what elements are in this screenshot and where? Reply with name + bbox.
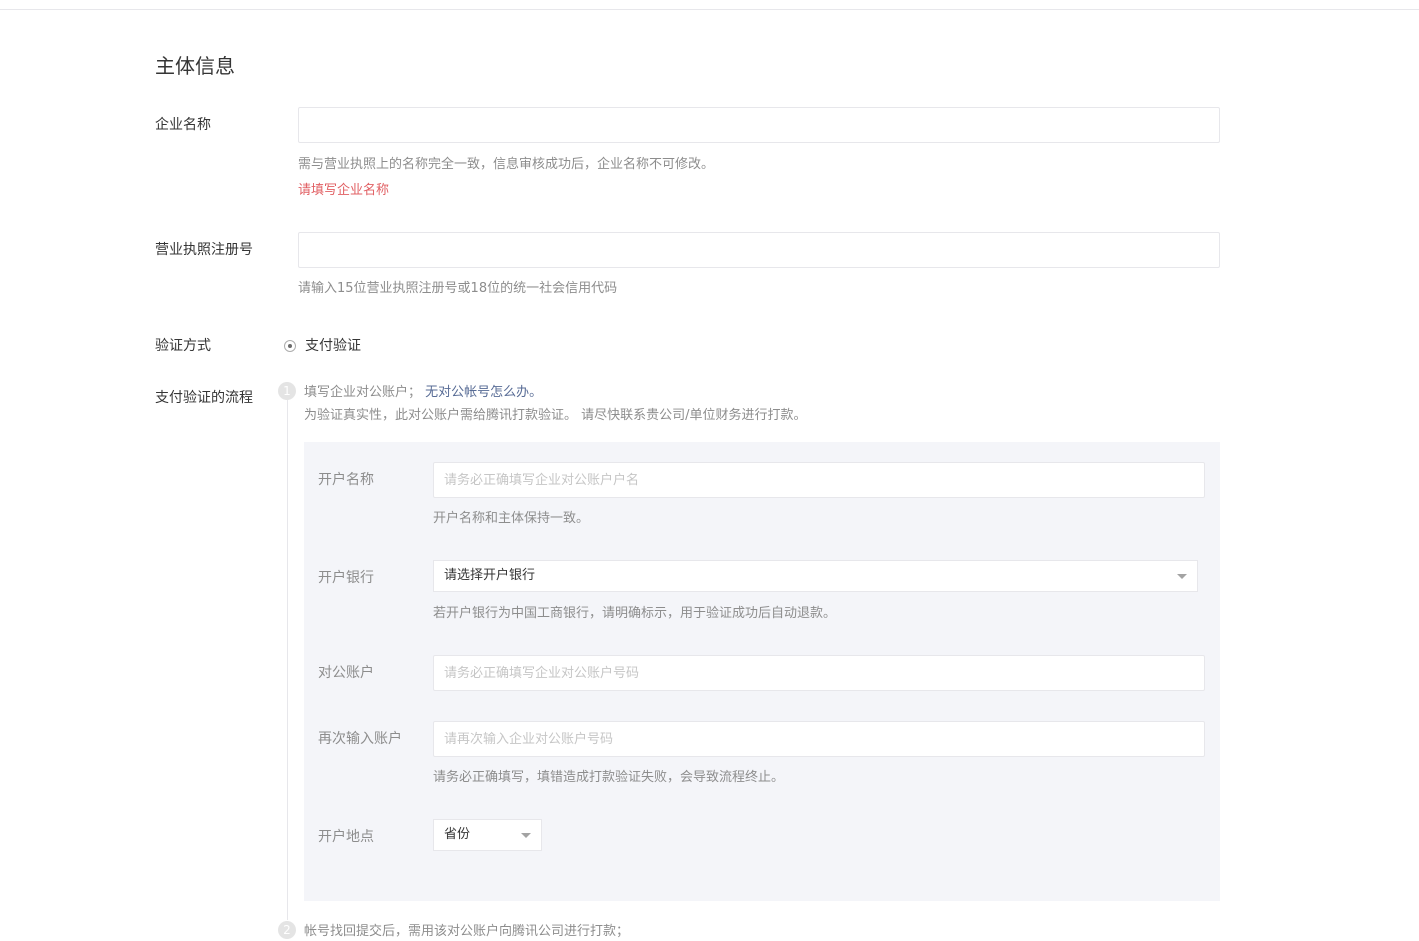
step-2-text: 帐号找回提交后，需用该对公账户向腾讯公司进行打款； — [304, 924, 630, 939]
account-confirm-input[interactable] — [433, 721, 1205, 757]
company-name-input[interactable] — [298, 107, 1220, 143]
province-select[interactable]: 省份 — [433, 819, 542, 851]
license-label: 营业执照注册号 — [155, 242, 253, 258]
step-connector-line — [287, 400, 288, 920]
flow-label: 支付验证的流程 — [155, 390, 253, 406]
step-1-desc: 为验证真实性，此对公账户需给腾讯打款验证。 请尽快联系贵公司/单位财务进行打款。 — [304, 408, 807, 423]
pay-verify-option-label[interactable]: 支付验证 — [305, 336, 361, 356]
account-confirm-tip: 请务必正确填写，填错造成打款验证失败，会导致流程终止。 — [433, 770, 785, 785]
pay-verify-radio[interactable] — [284, 340, 296, 352]
bank-select-value: 请选择开户银行 — [444, 568, 536, 583]
bank-tip: 若开户银行为中国工商银行，请明确标示，用于验证成功后自动退款。 — [433, 606, 837, 621]
license-input[interactable] — [298, 232, 1220, 268]
account-name-label: 开户名称 — [318, 472, 374, 488]
company-name-tip: 需与营业执照上的名称完全一致，信息审核成功后，企业名称不可修改。 — [298, 157, 715, 172]
step-1-badge: 1 — [278, 382, 296, 400]
bank-select[interactable]: 请选择开户银行 — [433, 560, 1198, 592]
chevron-down-icon — [1177, 574, 1187, 579]
account-input[interactable] — [433, 655, 1205, 691]
company-name-label: 企业名称 — [155, 117, 211, 133]
account-label: 对公账户 — [318, 665, 374, 681]
top-divider — [0, 9, 1419, 10]
company-name-error: 请填写企业名称 — [298, 183, 390, 198]
license-tip: 请输入15位营业执照注册号或18位的统一社会信用代码 — [298, 281, 618, 296]
step-1-title: 填写企业对公账户； — [304, 385, 422, 400]
account-confirm-label: 再次输入账户 — [318, 731, 402, 747]
account-name-input[interactable] — [433, 462, 1205, 498]
step-2-badge: 2 — [278, 921, 296, 939]
province-select-value: 省份 — [444, 827, 471, 842]
section-title: 主体信息 — [155, 54, 235, 78]
no-account-help-link[interactable]: 无对公帐号怎么办。 — [425, 385, 542, 400]
location-label: 开户地点 — [318, 829, 374, 845]
bank-label: 开户银行 — [318, 570, 374, 586]
account-name-tip: 开户名称和主体保持一致。 — [433, 511, 590, 526]
verify-method-label: 验证方式 — [155, 338, 211, 354]
step-1-text: 填写企业对公账户； 无对公帐号怎么办。 — [304, 384, 542, 402]
chevron-down-icon — [521, 833, 531, 838]
